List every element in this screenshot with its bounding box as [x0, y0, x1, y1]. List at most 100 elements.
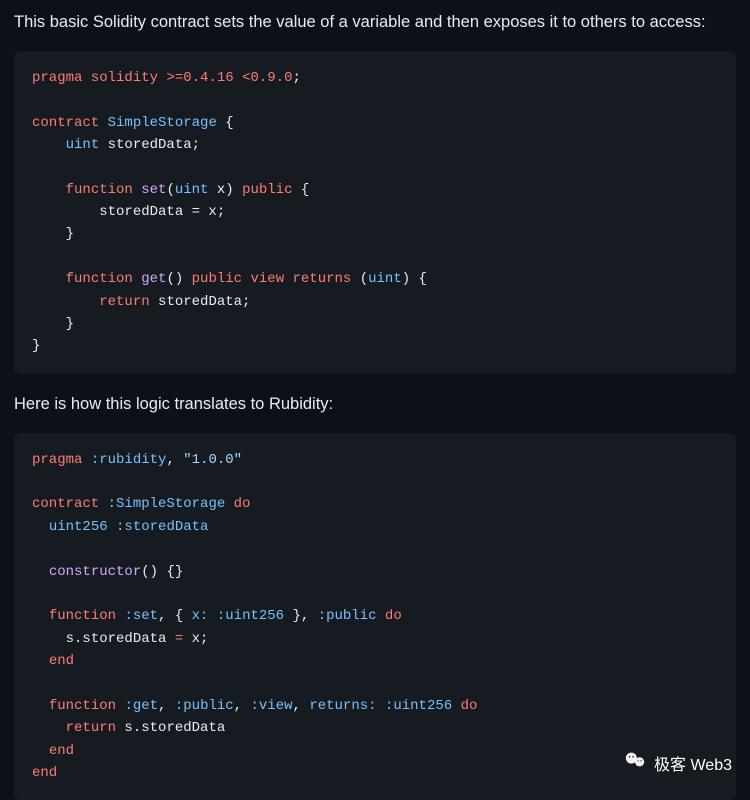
rubidity-code-block: pragma :rubidity, "1.0.0" contract :Simp… [14, 433, 736, 800]
paren: ) { [402, 271, 427, 287]
version-2: <0.9.0 [242, 70, 292, 86]
xt: :uint256 [217, 608, 284, 624]
wechat-icon [624, 749, 646, 776]
kw-end: end [32, 765, 57, 781]
comma: , [293, 698, 310, 714]
indent [32, 698, 49, 714]
kw-do: do [461, 698, 478, 714]
kw-do: do [234, 496, 251, 512]
comma: , [234, 698, 251, 714]
brace: { [293, 182, 310, 198]
kw-return: return [99, 294, 149, 310]
sym-view: :view [250, 698, 292, 714]
solidity-code-block: pragma solidity >=0.4.16 <0.9.0; contrac… [14, 51, 736, 374]
fn-set: set [133, 182, 167, 198]
sym-set: :set [124, 608, 158, 624]
indent [32, 743, 49, 759]
fn-get: get [133, 271, 167, 287]
ret-type: :uint256 [385, 698, 452, 714]
contract-name: SimpleStorage [108, 115, 217, 131]
comma: , [158, 698, 175, 714]
sym-public: :public [175, 698, 234, 714]
sym-rubidity: :rubidity [91, 452, 167, 468]
indent [32, 519, 49, 535]
kw-contract: contract [32, 496, 99, 512]
sym-name: :SimpleStorage [108, 496, 226, 512]
indent [32, 631, 66, 647]
ret-type: uint [368, 271, 402, 287]
indent [32, 316, 66, 332]
stmt: storedData; [150, 294, 251, 310]
stmt: storedData = x; [99, 204, 225, 220]
paren: ) [225, 182, 242, 198]
sym-get: :get [124, 698, 158, 714]
type-uint256: uint256 [49, 519, 108, 535]
sp [82, 452, 90, 468]
intro-text-1: This basic Solidity contract sets the va… [14, 10, 736, 35]
sp [377, 608, 385, 624]
kw-pragma: pragma [32, 452, 82, 468]
var-decl: storedData; [99, 137, 200, 153]
type-uint: uint [66, 137, 100, 153]
kw-return: return [66, 720, 116, 736]
version-1: >=0.4.16 [166, 70, 233, 86]
indent [32, 720, 66, 736]
stmt: s.storedData [116, 720, 225, 736]
sp [284, 271, 292, 287]
sym-stored: :storedData [116, 519, 208, 535]
kw-view: view [250, 271, 284, 287]
version-string: "1.0.0" [183, 452, 242, 468]
kw-do: do [385, 608, 402, 624]
indent [32, 653, 49, 669]
stmt: x; [183, 631, 208, 647]
kw-function: function [66, 271, 133, 287]
brace: } [32, 338, 40, 354]
op-eq: = [175, 631, 183, 647]
brace: { [217, 115, 234, 131]
stmt: s.storedData [66, 631, 175, 647]
comma: , [166, 452, 183, 468]
key-x: x: [192, 608, 209, 624]
kw-public: public [242, 182, 292, 198]
sym-public: :public [318, 608, 377, 624]
indent [32, 137, 66, 153]
sp [108, 519, 116, 535]
param-name: x [208, 182, 225, 198]
kw-returns: returns [293, 271, 352, 287]
kw-contract: contract [32, 115, 99, 131]
brace: } [66, 226, 74, 242]
args: , { [158, 608, 192, 624]
sp [225, 496, 233, 512]
watermark: 极客 Web3 [624, 749, 732, 776]
sp [208, 608, 216, 624]
kw-solidity: solidity [91, 70, 158, 86]
sp [377, 698, 385, 714]
key-returns: returns: [309, 698, 376, 714]
kw-function: function [66, 182, 133, 198]
paren: () [166, 271, 191, 287]
sp [452, 698, 460, 714]
kw-public: public [192, 271, 242, 287]
watermark-text: 极客 Web3 [654, 751, 732, 775]
paren: ( [166, 182, 174, 198]
sp [99, 496, 107, 512]
brace: } [66, 316, 74, 332]
indent [32, 564, 49, 580]
indent [32, 294, 99, 310]
indent [32, 204, 99, 220]
indent [32, 226, 66, 242]
intro-text-2: Here is how this logic translates to Rub… [14, 392, 736, 417]
kw-function: function [49, 698, 116, 714]
indent [32, 182, 66, 198]
ctor-body: () {} [141, 564, 183, 580]
kw-end: end [49, 743, 74, 759]
semi: ; [293, 70, 301, 86]
kw-end: end [49, 653, 74, 669]
indent [32, 608, 49, 624]
paren: ( [351, 271, 368, 287]
indent [32, 271, 66, 287]
param-type: uint [175, 182, 209, 198]
fn-constructor: constructor [49, 564, 141, 580]
kw-pragma: pragma [32, 70, 82, 86]
kw-function: function [49, 608, 116, 624]
